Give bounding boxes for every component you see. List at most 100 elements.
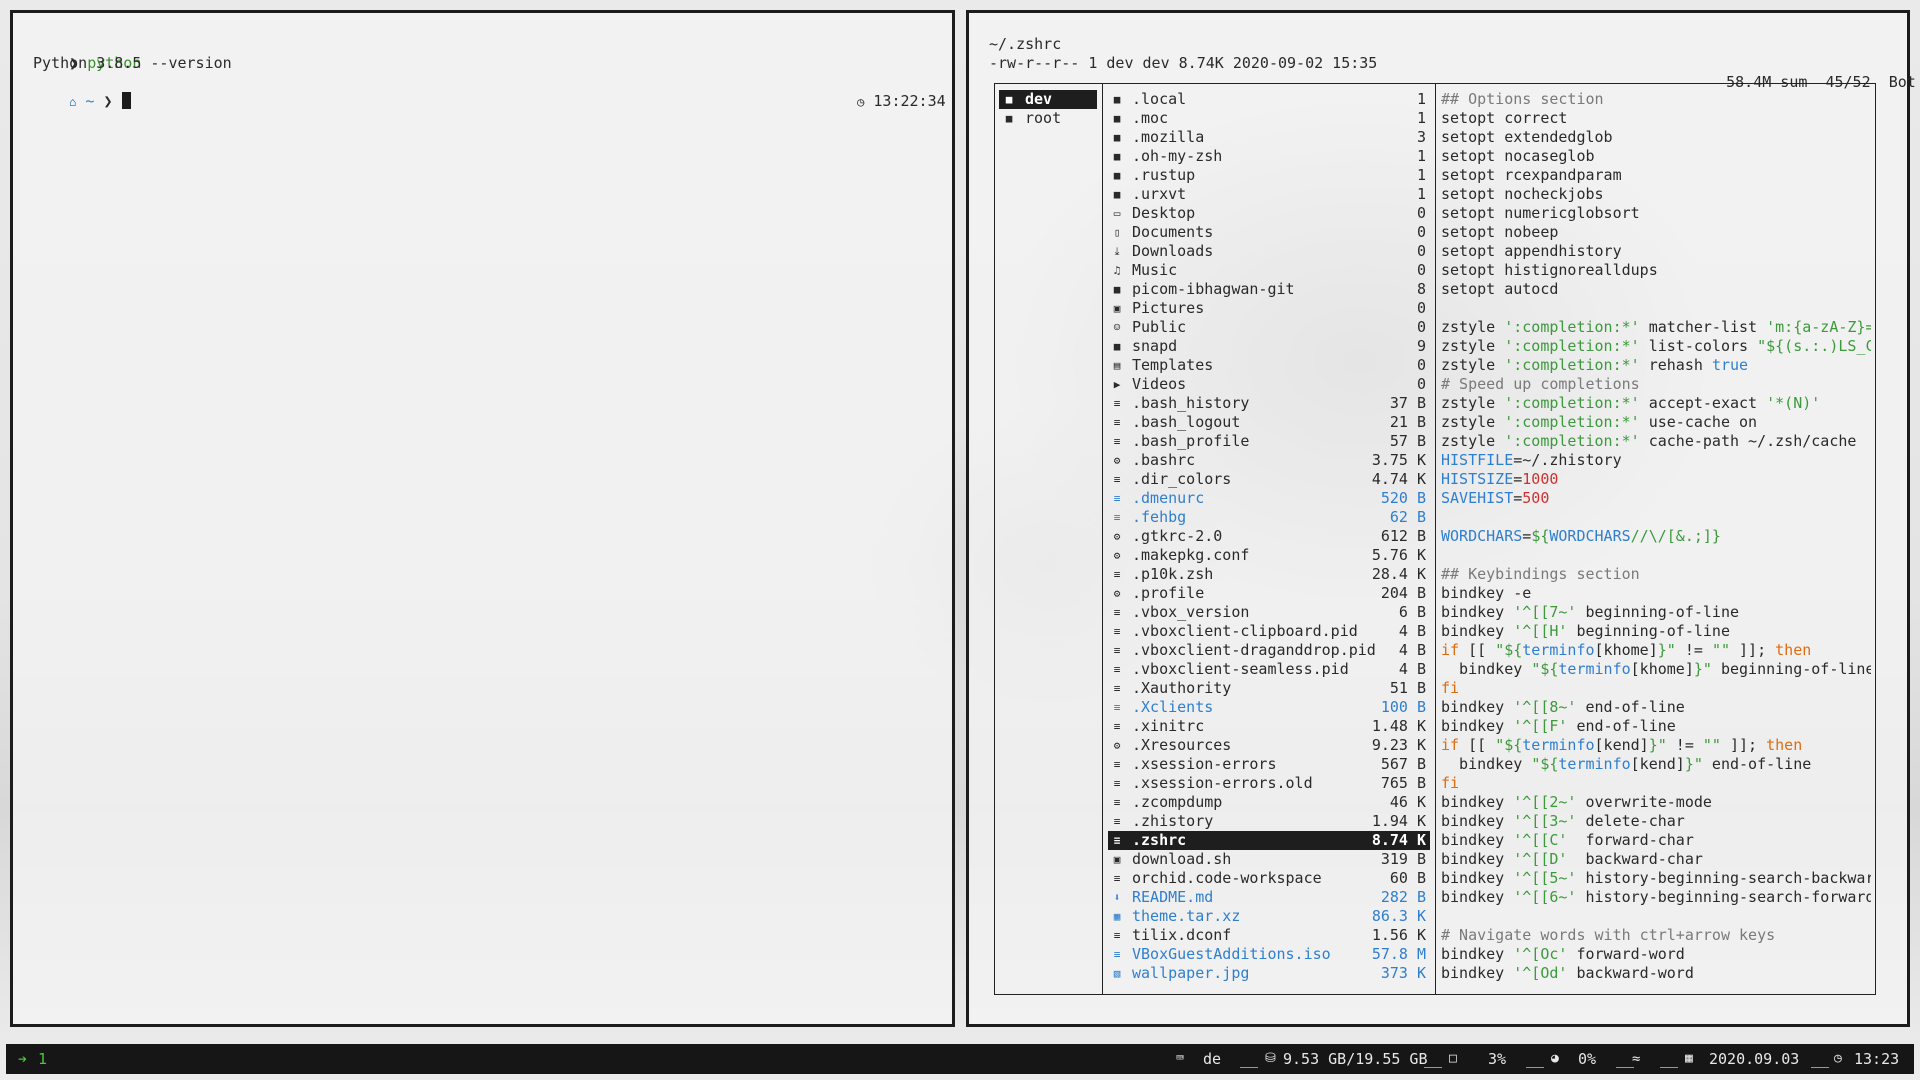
file-size: 9.23 K xyxy=(1371,736,1426,754)
desktop-icon: ▭ xyxy=(1113,207,1121,220)
file-row[interactable]: ♫ Music 0 xyxy=(1108,261,1430,280)
file-row[interactable]: ≡ .bash_history 37 B xyxy=(1108,394,1430,413)
file-name: Public xyxy=(1132,318,1187,336)
file-name: VBoxGuestAdditions.iso xyxy=(1132,945,1331,963)
prompt-time: 13:22:34 xyxy=(873,92,946,110)
preview-line: fi xyxy=(1441,679,1871,698)
file-row[interactable]: ≡ .bash_profile 57 B xyxy=(1108,432,1430,451)
file-icon: ≡ xyxy=(1113,872,1121,885)
file-row[interactable]: ☺ Public 0 xyxy=(1108,318,1430,337)
file-size: 0 xyxy=(1416,375,1426,393)
file-row[interactable]: ≡ .vbox_version 6 B xyxy=(1108,603,1430,622)
code-token: [khome] xyxy=(1594,641,1658,659)
file-row[interactable]: ≡ .fehbg 62 B xyxy=(1108,508,1430,527)
code-token: ':completion:*' xyxy=(1504,318,1640,336)
file-size: 0 xyxy=(1416,204,1426,222)
cwd: ~ xyxy=(85,92,95,110)
file-row[interactable]: ≡ tilix.dconf 1.56 K xyxy=(1108,926,1430,945)
code-token: true xyxy=(1711,356,1749,374)
archive-icon: ▦ xyxy=(1113,910,1121,923)
wifi-icon[interactable]: ≈ xyxy=(1632,1044,1640,1074)
preview-line: setopt rcexpandparam xyxy=(1441,166,1871,185)
file-size: 612 B xyxy=(1380,527,1426,545)
code-token: terminfo xyxy=(1522,736,1595,754)
keyboard-layout[interactable]: de xyxy=(1203,1044,1221,1074)
code-token: use-cache on xyxy=(1639,413,1758,431)
file-row[interactable]: ⚙ .makepkg.conf 5.76 K xyxy=(1108,546,1430,565)
file-row[interactable]: ≡ orchid.code-workspace 60 B xyxy=(1108,869,1430,888)
terminal-right-ranger[interactable]: ~/.zshrc -rw-r--r-- 1 dev dev 8.74K 2020… xyxy=(966,10,1916,1027)
file-row[interactable]: ⚙ .profile 204 B xyxy=(1108,584,1430,603)
file-row[interactable]: ■ snapd 9 xyxy=(1108,337,1430,356)
file-row[interactable]: ■ picom-ibhagwan-git 8 xyxy=(1108,280,1430,299)
file-row[interactable]: ■ .urxvt 1 xyxy=(1108,185,1430,204)
file-row[interactable]: ≡ .zshrc 8.74 K xyxy=(1108,831,1430,850)
file-row[interactable]: ⚙ .bashrc 3.75 K xyxy=(1108,451,1430,470)
file-row[interactable]: ▤ Templates 0 xyxy=(1108,356,1430,375)
code-token: bindkey xyxy=(1441,945,1514,963)
file-row[interactable]: ≡ .xsession-errors 567 B xyxy=(1108,755,1430,774)
code-token: ':completion:*' xyxy=(1504,413,1640,431)
file-row[interactable]: ▯ Documents 0 xyxy=(1108,223,1430,242)
code-token: setopt numericglobsort xyxy=(1441,204,1640,222)
code-token: [[ xyxy=(1459,641,1496,659)
code-token: rehash xyxy=(1639,356,1712,374)
file-name: Templates xyxy=(1132,356,1214,374)
file-row[interactable]: ⚙ .gtkrc-2.0 612 B xyxy=(1108,527,1430,546)
code-token: '^[[6~' xyxy=(1513,888,1577,906)
prompt-line[interactable]: ⌂ ~ ❯ xyxy=(33,73,131,110)
file-row[interactable]: ▣ Pictures 0 xyxy=(1108,299,1430,318)
file-row[interactable]: ■ .mozilla 3 xyxy=(1108,128,1430,147)
file-row[interactable]: ≡ .Xclients 100 B xyxy=(1108,698,1430,717)
file-row[interactable]: ≡ .zcompdump 46 K xyxy=(1108,793,1430,812)
file-row[interactable]: ≡ .bash_logout 21 B xyxy=(1108,413,1430,432)
file-name: download.sh xyxy=(1132,850,1232,868)
pane-divider-1 xyxy=(1102,84,1103,994)
file-row[interactable]: ≡ .Xauthority 51 B xyxy=(1108,679,1430,698)
file-row[interactable]: ≡ .vboxclient-seamless.pid 4 B xyxy=(1108,660,1430,679)
code-token: zstyle xyxy=(1441,432,1505,450)
terminal-left[interactable]: ❯ python --version Python 3.8.5 ⌂ ~ ❯ ◷ … xyxy=(10,10,955,1027)
file-row[interactable]: ⤓ Downloads 0 xyxy=(1108,242,1430,261)
file-row[interactable]: ⚙ .Xresources 9.23 K xyxy=(1108,736,1430,755)
parent-dir-dev[interactable]: ■ dev xyxy=(999,90,1097,109)
file-icon: ≡ xyxy=(1113,815,1121,828)
file-row[interactable]: ⬇ README.md 282 B xyxy=(1108,888,1430,907)
file-row[interactable]: ≡ .xinitrc 1.48 K xyxy=(1108,717,1430,736)
file-row[interactable]: ≡ .vboxclient-clipboard.pid 4 B xyxy=(1108,622,1430,641)
code-token: "" xyxy=(1702,736,1721,754)
file-row[interactable]: ≡ .xsession-errors.old 765 B xyxy=(1108,774,1430,793)
file-row[interactable]: ■ .moc 1 xyxy=(1108,109,1430,128)
code-token: ':completion:*' xyxy=(1504,356,1640,374)
file-size: 86.3 K xyxy=(1371,907,1426,925)
file-size: 60 B xyxy=(1389,869,1426,887)
file-row[interactable]: ≡ .zhistory 1.94 K xyxy=(1108,812,1430,831)
file-icon: ≡ xyxy=(1113,720,1121,733)
file-row[interactable]: ≡ .dmenurc 520 B xyxy=(1108,489,1430,508)
workspace-indicator[interactable]: 1 xyxy=(38,1044,47,1074)
file-row[interactable]: ▣ download.sh 319 B xyxy=(1108,850,1430,869)
file-row[interactable]: ■ .rustup 1 xyxy=(1108,166,1430,185)
file-row[interactable]: ≡ .vboxclient-draganddrop.pid 4 B xyxy=(1108,641,1430,660)
code-token: '^[Oc' xyxy=(1513,945,1568,963)
code-token: "${(s.:.)LS_C xyxy=(1757,337,1871,355)
file-row[interactable]: ■ .oh-my-zsh 1 xyxy=(1108,147,1430,166)
preview-line: zstyle ':completion:*' list-colors "${(s… xyxy=(1441,337,1871,356)
gear-icon: ⚙ xyxy=(1113,549,1121,562)
file-size: 0 xyxy=(1416,356,1426,374)
code-token: zstyle xyxy=(1441,394,1505,412)
file-name: theme.tar.xz xyxy=(1132,907,1241,925)
file-size: 4.74 K xyxy=(1371,470,1426,488)
code-token: WORDCHARS xyxy=(1549,527,1631,545)
file-row[interactable]: ≡ .p10k.zsh 28.4 K xyxy=(1108,565,1430,584)
file-row[interactable]: ≡ VBoxGuestAdditions.iso 57.8 M xyxy=(1108,945,1430,964)
file-row[interactable]: ≡ .dir_colors 4.74 K xyxy=(1108,470,1430,489)
file-row[interactable]: ▧ wallpaper.jpg 373 K xyxy=(1108,964,1430,983)
download-icon: ⤓ xyxy=(1114,245,1120,258)
parent-dir-root[interactable]: ■ root xyxy=(999,109,1097,128)
file-row[interactable]: ▭ Desktop 0 xyxy=(1108,204,1430,223)
preview-line: SAVEHIST=500 xyxy=(1441,489,1871,508)
file-row[interactable]: ■ .local 1 xyxy=(1108,90,1430,109)
file-row[interactable]: ▦ theme.tar.xz 86.3 K xyxy=(1108,907,1430,926)
file-row[interactable]: ▶ Videos 0 xyxy=(1108,375,1430,394)
